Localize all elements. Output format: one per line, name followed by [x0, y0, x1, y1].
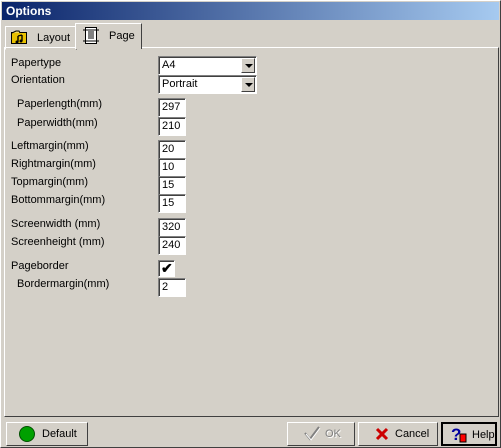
screenwidth-value: 320 [162, 221, 181, 233]
orientation-value: Portrait [162, 78, 198, 90]
ok-button[interactable]: OK [287, 422, 355, 446]
default-button[interactable]: Default [6, 422, 88, 446]
paperwidth-input[interactable]: 210 [158, 117, 186, 136]
folder-music-icon [11, 30, 27, 44]
leftmargin-input[interactable]: 20 [158, 140, 186, 159]
leftmargin-label: Leftmargin(mm) [11, 140, 89, 152]
topmargin-input[interactable]: 15 [158, 176, 186, 195]
checkmark-icon: ✔ [161, 260, 173, 276]
paperlength-input[interactable]: 297 [158, 98, 186, 117]
pageborder-label: Pageborder [11, 260, 69, 272]
title-bar[interactable]: Options [2, 2, 499, 20]
close-icon [374, 426, 390, 442]
screenheight-value: 240 [162, 239, 181, 251]
orientation-dropdown-button[interactable] [241, 77, 255, 92]
orientation-label: Orientation [11, 74, 65, 86]
default-button-label: Default [42, 428, 77, 440]
screenwidth-label: Screenwidth (mm) [11, 218, 101, 230]
orientation-select[interactable]: Portrait [158, 75, 257, 94]
chevron-down-icon [245, 64, 253, 68]
bottommargin-label: Bottommargin(mm) [11, 194, 106, 206]
bordermargin-label: Bordermargin(mm) [17, 278, 110, 290]
rightmargin-value: 10 [162, 161, 175, 173]
cancel-button[interactable]: Cancel [358, 422, 438, 446]
papertype-dropdown-button[interactable] [241, 58, 255, 73]
cancel-button-label: Cancel [395, 428, 430, 440]
chevron-down-icon [245, 83, 253, 87]
screenwidth-input[interactable]: 320 [158, 218, 186, 237]
rightmargin-input[interactable]: 10 [158, 158, 186, 177]
help-button-label: Help [472, 429, 495, 441]
bottommargin-input[interactable]: 15 [158, 194, 186, 213]
bordermargin-input[interactable]: 2 [158, 278, 186, 297]
papertype-select[interactable]: A4 [158, 56, 257, 75]
tab-page-label: Page [109, 30, 135, 42]
pageborder-checkbox[interactable]: ✔ [158, 260, 175, 277]
bottommargin-value: 15 [162, 197, 175, 209]
checkmark-icon [303, 424, 321, 442]
help-question-icon: ? [449, 424, 467, 444]
help-button[interactable]: ? Help [441, 422, 497, 446]
paperlength-value: 297 [162, 101, 181, 113]
paperwidth-label: Paperwidth(mm) [17, 117, 98, 129]
leftmargin-value: 20 [162, 143, 175, 155]
papertype-label: Papertype [11, 57, 62, 69]
tab-page[interactable]: Page [75, 23, 142, 49]
topmargin-value: 15 [162, 179, 175, 191]
rightmargin-label: Rightmargin(mm) [11, 158, 96, 170]
window-title: Options [6, 4, 52, 18]
tab-layout-label: Layout [37, 32, 71, 44]
screenheight-label: Screenheight (mm) [11, 236, 105, 248]
paperwidth-value: 210 [162, 120, 181, 132]
screenheight-input[interactable]: 240 [158, 236, 186, 255]
bordermargin-value: 2 [162, 281, 169, 293]
ok-button-label: OK [325, 428, 341, 440]
options-window: Options Layout Page Papertype A4 Orienta… [0, 0, 501, 448]
papertype-value: A4 [162, 59, 176, 71]
page-icon [83, 27, 99, 45]
paperlength-label: Paperlength(mm) [17, 98, 102, 110]
topmargin-label: Topmargin(mm) [11, 176, 89, 188]
green-circle-icon [19, 426, 35, 442]
